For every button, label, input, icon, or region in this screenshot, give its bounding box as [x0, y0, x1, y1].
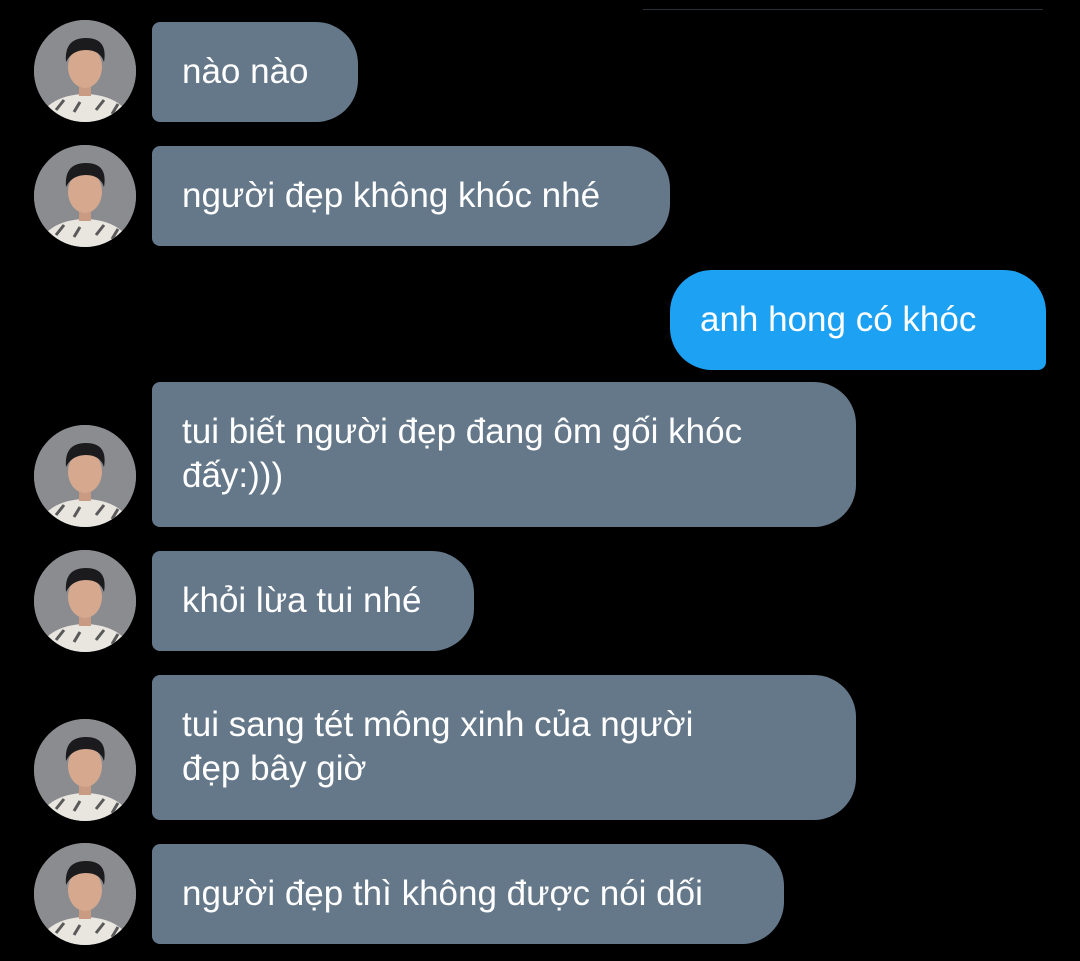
avatar-photo-icon: [34, 843, 136, 945]
contact-avatar[interactable]: [34, 425, 136, 527]
contact-avatar[interactable]: [34, 20, 136, 122]
message-bubble-incoming[interactable]: tui biết người đẹp đang ôm gối khóc đấy:…: [152, 382, 856, 527]
message-bubble-incoming[interactable]: nào nào: [152, 22, 358, 122]
contact-avatar[interactable]: [34, 843, 136, 945]
avatar-photo-icon: [34, 20, 136, 122]
message-bubble-incoming[interactable]: người đẹp không khóc nhé: [152, 146, 670, 246]
message-text: người đẹp không khóc nhé: [182, 176, 601, 215]
avatar-photo-icon: [34, 719, 136, 821]
message-text: tui sang tét mông xinh của người đẹp bây…: [182, 705, 694, 788]
message-text: tui biết người đẹp đang ôm gối khóc đấy:…: [182, 412, 743, 495]
header-divider: [643, 9, 1043, 10]
message-text: nào nào: [182, 52, 309, 91]
avatar-photo-icon: [34, 550, 136, 652]
avatar-photo-icon: [34, 145, 136, 247]
contact-avatar[interactable]: [34, 719, 136, 821]
avatar-photo-icon: [34, 425, 136, 527]
message-bubble-incoming[interactable]: người đẹp thì không được nói dối: [152, 844, 784, 944]
contact-avatar[interactable]: [34, 550, 136, 652]
message-bubble-incoming[interactable]: tui sang tét mông xinh của người đẹp bây…: [152, 675, 856, 820]
message-bubble-incoming[interactable]: khỏi lừa tui nhé: [152, 551, 474, 651]
message-text: anh hong có khóc: [700, 300, 977, 339]
message-bubble-outgoing[interactable]: anh hong có khóc: [670, 270, 1046, 370]
message-text: người đẹp thì không được nói dối: [182, 874, 703, 913]
contact-avatar[interactable]: [34, 145, 136, 247]
message-text: khỏi lừa tui nhé: [182, 581, 422, 620]
